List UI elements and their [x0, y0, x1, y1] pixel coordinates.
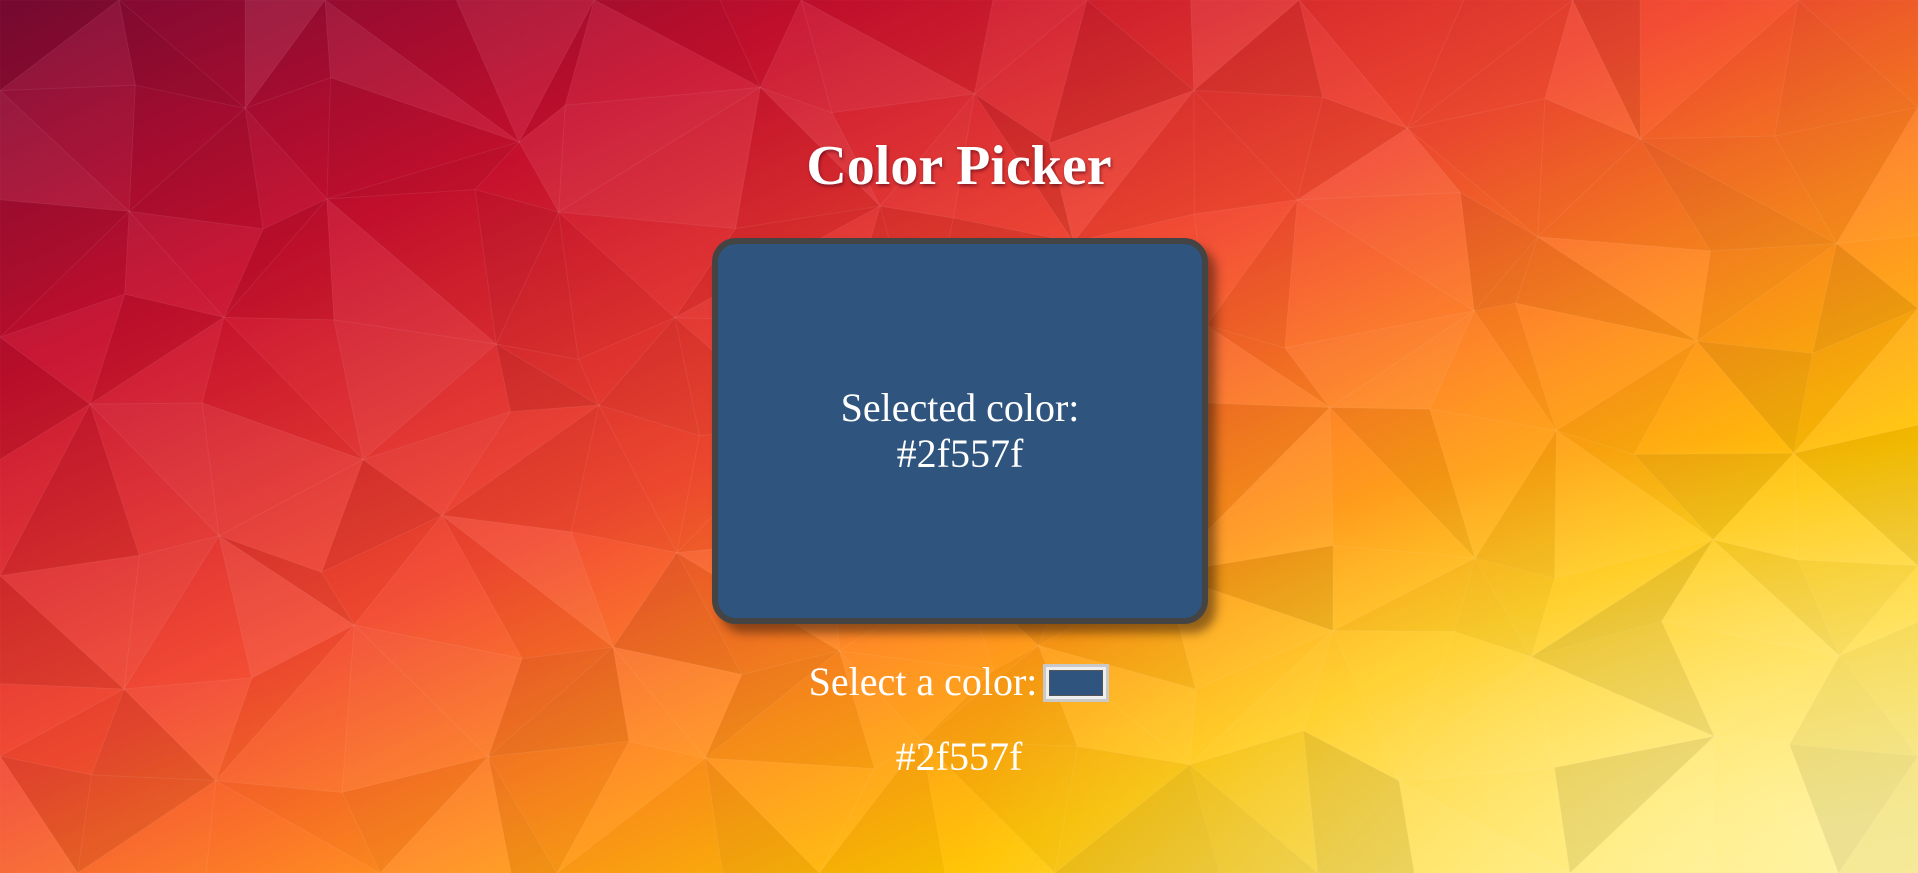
- color-preview-panel: Selected color: #2f557f: [712, 238, 1208, 624]
- hex-readout: #2f557f: [895, 734, 1023, 779]
- color-select-row: Select a color:: [0, 658, 1918, 706]
- preview-label: Selected color:: [840, 385, 1080, 430]
- page-title: Color Picker: [806, 135, 1112, 197]
- preview-hex: #2f557f: [896, 431, 1024, 476]
- color-select-label: Select a color:: [808, 659, 1038, 704]
- color-input-swatch: [1049, 670, 1104, 696]
- color-input[interactable]: [1043, 664, 1110, 702]
